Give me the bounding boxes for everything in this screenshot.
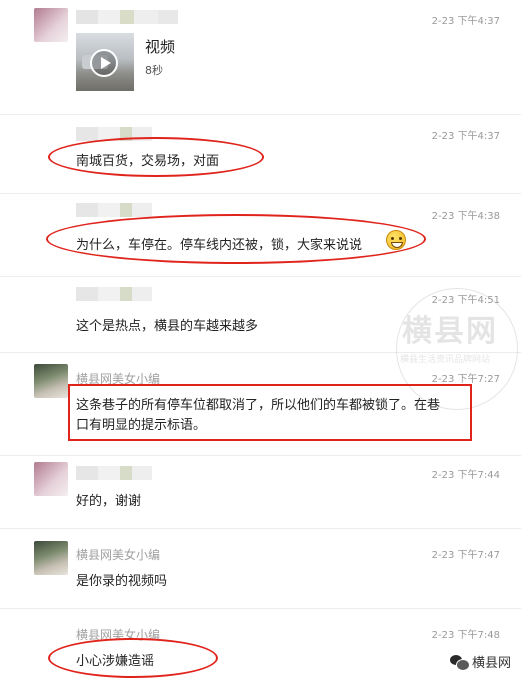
brand-name: 横县网 bbox=[471, 656, 511, 671]
nickname-mosaic bbox=[76, 10, 178, 24]
divider bbox=[0, 276, 521, 277]
message-time: 2-23 下午4:51 bbox=[431, 295, 500, 306]
divider bbox=[0, 455, 521, 456]
nickname-mosaic bbox=[76, 203, 152, 217]
message-time: 2-23 下午4:38 bbox=[431, 211, 500, 222]
message-text: 这个是热点，横县的车越来越多 bbox=[76, 319, 259, 334]
message-time: 2-23 下午7:48 bbox=[431, 630, 500, 641]
divider bbox=[0, 528, 521, 529]
message-time: 2-23 下午4:37 bbox=[431, 131, 500, 142]
video-thumbnail[interactable] bbox=[76, 33, 134, 91]
highlight-circle bbox=[48, 638, 218, 678]
message-time: 2-23 下午7:44 bbox=[431, 470, 500, 481]
message-text: 是你录的视频吗 bbox=[76, 574, 168, 589]
brand-footer[interactable]: 横县网 bbox=[449, 652, 511, 671]
nickname-mosaic bbox=[76, 466, 152, 480]
nickname-mosaic bbox=[76, 287, 152, 301]
watermark-subtitle: 横县生活资讯品牌网站 bbox=[400, 355, 491, 365]
avatar[interactable] bbox=[34, 462, 68, 496]
wechat-icon bbox=[449, 653, 470, 671]
watermark-title: 横县网 bbox=[402, 314, 498, 349]
message-time: 2-23 下午4:37 bbox=[431, 16, 500, 27]
avatar[interactable] bbox=[34, 364, 68, 398]
message-time: 2-23 下午7:27 bbox=[431, 374, 500, 385]
avatar[interactable] bbox=[34, 8, 68, 42]
divider bbox=[0, 352, 521, 353]
divider bbox=[0, 114, 521, 115]
video-duration: 8秒 bbox=[145, 64, 163, 77]
highlight-box bbox=[68, 384, 472, 441]
highlight-circle bbox=[48, 137, 264, 177]
message-text: 好的，谢谢 bbox=[76, 494, 142, 509]
divider bbox=[0, 608, 521, 609]
nickname: 横县网美女小编 bbox=[76, 548, 161, 562]
avatar[interactable] bbox=[34, 541, 68, 575]
highlight-circle bbox=[46, 214, 426, 264]
play-icon[interactable] bbox=[90, 49, 118, 77]
message-time: 2-23 下午7:47 bbox=[431, 550, 500, 561]
video-label[interactable]: 视频 bbox=[145, 36, 175, 57]
divider bbox=[0, 193, 521, 194]
